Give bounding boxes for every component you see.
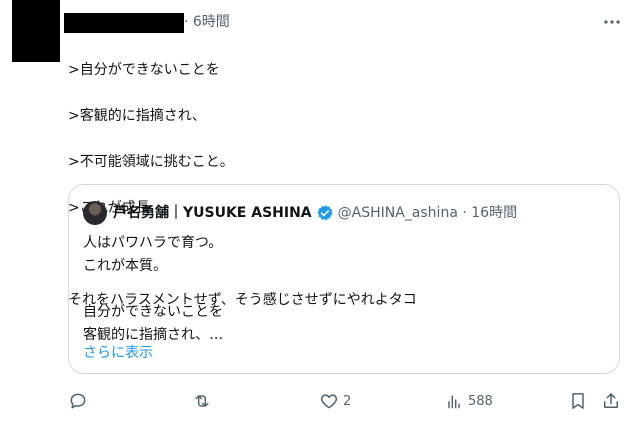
quoted-avatar[interactable] xyxy=(83,201,107,225)
views-count: 588 xyxy=(468,393,493,409)
share-icon xyxy=(604,393,618,408)
heart-icon xyxy=(320,394,338,409)
retweet-icon xyxy=(195,395,209,407)
views-button[interactable]: 588 xyxy=(444,388,493,414)
redacted-user-name[interactable] xyxy=(64,13,184,33)
bookmark-icon xyxy=(572,393,584,409)
quoted-line: 人はパワハラで育つ。 xyxy=(83,235,223,251)
share-button[interactable] xyxy=(601,388,621,414)
quoted-handle-time[interactable]: @ASHINA_ashina · 16時間 xyxy=(338,202,517,224)
more-icon xyxy=(604,20,620,24)
quoted-text: 人はパワハラで育つ。 これが本質。 自分ができないことを 客観的に指摘され、… xyxy=(83,232,603,347)
more-options-button[interactable] xyxy=(600,10,624,34)
tweet-line: >不可能領域に挑むこと。 xyxy=(68,154,234,170)
redacted-avatar[interactable] xyxy=(12,0,60,62)
quoted-user-name[interactable]: 芦名勇舗｜YUSUKE ASHINA xyxy=(113,202,312,224)
like-count: 2 xyxy=(343,393,352,409)
quoted-line: 客観的に指摘され、… xyxy=(83,327,224,343)
quoted-line: これが本質。 xyxy=(83,258,167,274)
tweet-time[interactable]: · 6時間 xyxy=(184,12,230,32)
show-more-link[interactable]: さらに表示 xyxy=(83,342,153,364)
reply-button[interactable] xyxy=(68,388,88,414)
like-button[interactable]: 2 xyxy=(319,388,351,414)
quoted-line xyxy=(83,278,603,301)
quoted-tweet[interactable]: 芦名勇舗｜YUSUKE ASHINA @ASHINA_ashina · 16時間… xyxy=(68,184,620,374)
quoted-line: 自分ができないことを xyxy=(83,304,223,320)
bookmark-button[interactable] xyxy=(568,388,588,414)
views-chart-icon xyxy=(448,395,460,409)
reply-icon xyxy=(70,393,86,409)
tweet-line: >自分ができないことを xyxy=(68,62,220,78)
retweet-button[interactable] xyxy=(192,388,212,414)
quoted-header: 芦名勇舗｜YUSUKE ASHINA @ASHINA_ashina · 16時間 xyxy=(113,202,517,224)
tweet-actions: 2 588 xyxy=(68,388,628,414)
tweet-line: >客観的に指摘され、 xyxy=(68,108,206,124)
verified-badge-icon xyxy=(316,205,333,221)
